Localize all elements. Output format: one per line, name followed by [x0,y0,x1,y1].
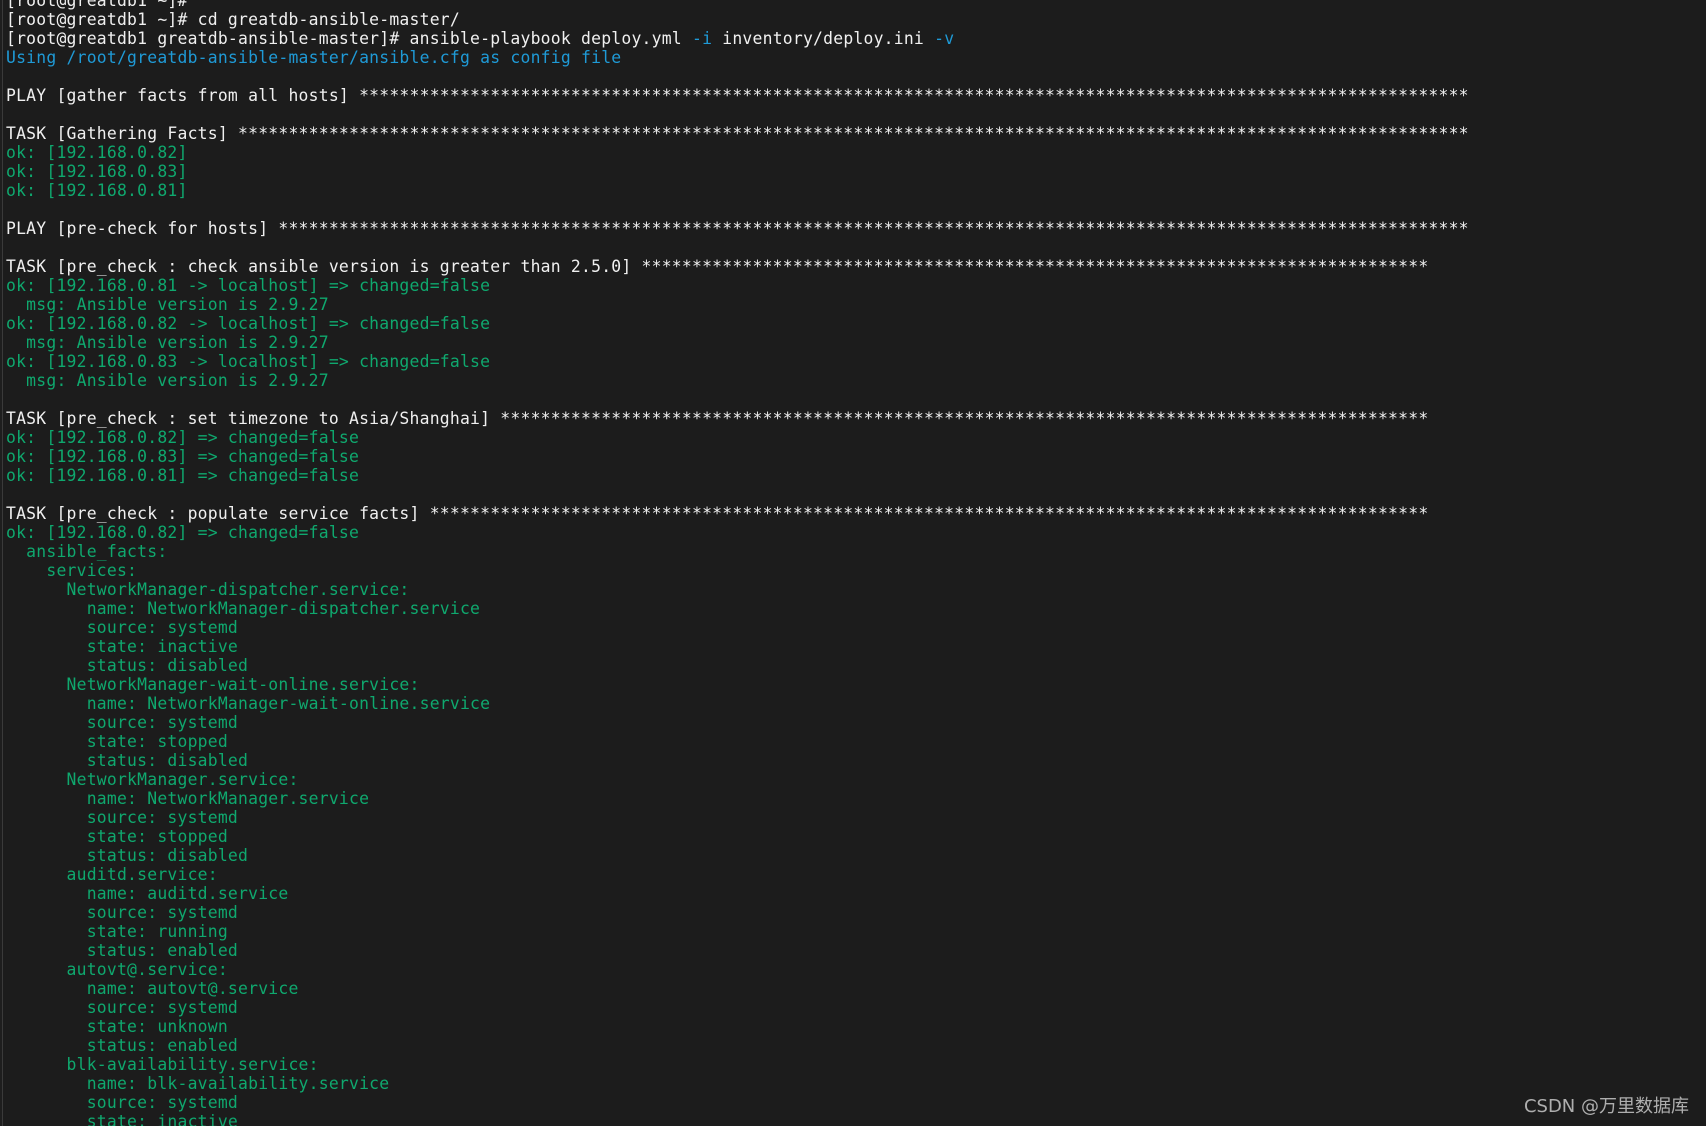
terminal-line: msg: Ansible version is 2.9.27 [6,295,329,314]
terminal-line: PLAY [pre-check for hosts] *************… [6,219,1469,238]
terminal-line-segment: -i [691,29,713,48]
terminal-line: auditd.service: [6,865,218,884]
terminal-line: name: blk-availability.service [6,1074,390,1093]
terminal-line: [root@greatdb1 ~]# cd greatdb-ansible-ma… [6,10,460,29]
terminal-line: name: auditd.service [6,884,289,903]
terminal-line-segment: inventory/deploy.ini [712,29,935,48]
terminal-line: ok: [192.168.0.83] [6,162,188,181]
terminal-line: msg: Ansible version is 2.9.27 [6,371,329,390]
terminal-window[interactable]: [root@greatdb1 ~]# [root@greatdb1 ~]# cd … [2,0,1706,1126]
terminal-line: ok: [192.168.0.82 -> localhost] => chang… [6,314,491,333]
terminal-line: [root@greatdb1 greatdb-ansible-master]# … [6,29,1469,48]
terminal-line: ok: [192.168.0.82] => changed=false [6,523,360,542]
terminal-line: PLAY [gather facts from all hosts] *****… [6,86,1469,105]
terminal-line: name: NetworkManager.service [6,789,370,808]
terminal-line: source: systemd [6,1093,239,1112]
terminal-line: ok: [192.168.0.83 -> localhost] => chang… [6,352,491,371]
terminal-line: status: enabled [6,1036,239,1055]
terminal-line: source: systemd [6,808,239,827]
terminal-line: state: running [6,922,228,941]
terminal-line: blk-availability.service: [6,1055,319,1074]
terminal-line: status: disabled [6,846,249,865]
terminal-line: ok: [192.168.0.81] [6,181,188,200]
terminal-line: status: disabled [6,656,249,675]
terminal-line: [root@greatdb1 ~]# [6,0,188,10]
terminal-line: msg: Ansible version is 2.9.27 [6,333,329,352]
terminal-line: name: autovt@.service [6,979,299,998]
terminal-line: NetworkManager-dispatcher.service: [6,580,410,599]
terminal-line: ok: [192.168.0.82] => changed=false [6,428,360,447]
terminal-line: autovt@.service: [6,960,228,979]
terminal-line: source: systemd [6,618,239,637]
terminal-line: state: inactive [6,1112,239,1126]
terminal-line: NetworkManager.service: [6,770,299,789]
terminal-line: state: stopped [6,827,228,846]
terminal-line: Using /root/greatdb-ansible-master/ansib… [6,48,622,67]
terminal-line: state: unknown [6,1017,228,1036]
terminal-line: NetworkManager-wait-online.service: [6,675,420,694]
terminal-line: services: [6,561,138,580]
terminal-line: source: systemd [6,903,239,922]
terminal-line-segment: [root@greatdb1 greatdb-ansible-master]# … [6,29,692,48]
terminal-line: status: disabled [6,751,249,770]
terminal-line: ok: [192.168.0.83] => changed=false [6,447,360,466]
terminal-line: ok: [192.168.0.82] [6,143,188,162]
terminal-line: state: stopped [6,732,228,751]
terminal-line: name: NetworkManager-dispatcher.service [6,599,481,618]
terminal-line: TASK [Gathering Facts] *****************… [6,124,1469,143]
terminal-line: TASK [pre_check : check ansible version … [6,257,1429,276]
terminal-line: status: enabled [6,941,239,960]
terminal-line: TASK [pre_check : populate service facts… [6,504,1429,523]
terminal-line: TASK [pre_check : set timezone to Asia/S… [6,409,1429,428]
terminal-line: name: NetworkManager-wait-online.service [6,694,491,713]
terminal-line: ok: [192.168.0.81 -> localhost] => chang… [6,276,491,295]
terminal-output: [root@greatdb1 ~]# [root@greatdb1 ~]# cd … [6,0,1469,1126]
terminal-line: source: systemd [6,998,239,1017]
terminal-line-segment: -v [934,29,955,48]
terminal-line: ok: [192.168.0.81] => changed=false [6,466,360,485]
watermark: CSDN @万里数据库 [1523,1096,1689,1117]
terminal-line: source: systemd [6,713,239,732]
terminal-line: ansible_facts: [6,542,168,561]
terminal-line: state: inactive [6,637,239,656]
